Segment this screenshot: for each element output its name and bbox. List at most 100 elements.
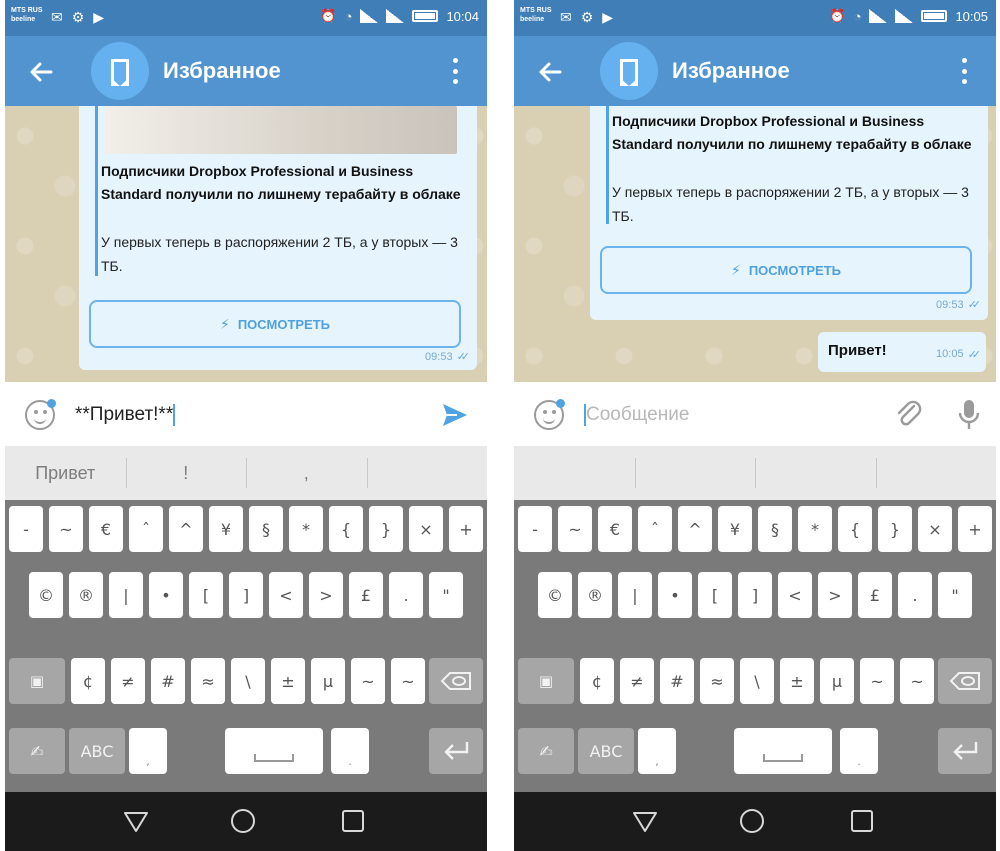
suggestion-2[interactable]: !: [125, 446, 247, 500]
symbol-key[interactable]: ˆ: [638, 506, 672, 552]
symbol-key[interactable]: ©: [29, 572, 63, 618]
symbol-key[interactable]: -: [9, 506, 43, 552]
enter-key[interactable]: [938, 728, 992, 774]
symbol-key[interactable]: €: [598, 506, 632, 552]
symbol-key[interactable]: ": [938, 572, 972, 618]
nav-back-icon[interactable]: [123, 810, 149, 834]
avatar[interactable]: [600, 42, 658, 100]
message-input[interactable]: Сообщение: [584, 400, 904, 430]
abc-key[interactable]: ABC: [69, 728, 125, 774]
symbol-key[interactable]: ≈: [700, 658, 734, 704]
suggestion-3[interactable]: [755, 446, 876, 500]
symbol-key[interactable]: •: [658, 572, 692, 618]
enter-key[interactable]: [429, 728, 483, 774]
symbol-key[interactable]: ≈: [191, 658, 225, 704]
sent-message[interactable]: Привет! 10:05 ✓✓: [818, 332, 986, 372]
symbol-key[interactable]: *: [798, 506, 832, 552]
symbol-key[interactable]: €: [89, 506, 123, 552]
symbol-key[interactable]: ¢: [580, 658, 614, 704]
symbol-key[interactable]: ≠: [620, 658, 654, 704]
symbol-key[interactable]: ®: [578, 572, 612, 618]
symbol-key[interactable]: §: [249, 506, 283, 552]
symbol-key[interactable]: >: [309, 572, 343, 618]
symbol-key[interactable]: ≠: [111, 658, 145, 704]
chat-area[interactable]: Подписчики Dropbox Professional и Busine…: [5, 106, 487, 382]
symbol-key[interactable]: .: [389, 572, 423, 618]
back-arrow-icon[interactable]: [536, 58, 564, 86]
chat-area[interactable]: Подписчики Dropbox Professional и Busine…: [514, 106, 996, 382]
symbol-key[interactable]: }: [878, 506, 912, 552]
comma-key[interactable]: ,: [129, 728, 167, 774]
symbol-key[interactable]: #: [151, 658, 185, 704]
symbol-key[interactable]: \: [740, 658, 774, 704]
symbol-key[interactable]: ®: [69, 572, 103, 618]
symbol-key[interactable]: |: [109, 572, 143, 618]
symbol-key[interactable]: <: [269, 572, 303, 618]
voice-input-key[interactable]: ✍: [518, 728, 574, 774]
preview-image[interactable]: [105, 106, 457, 154]
symbol-key[interactable]: ^: [678, 506, 712, 552]
page-toggle-key[interactable]: ▣: [518, 658, 574, 704]
symbol-key[interactable]: £: [858, 572, 892, 618]
symbol-key[interactable]: ^: [169, 506, 203, 552]
send-icon[interactable]: [441, 402, 469, 428]
suggestion-4[interactable]: [875, 446, 997, 500]
comma-key[interactable]: ,: [638, 728, 676, 774]
symbol-key[interactable]: #: [660, 658, 694, 704]
message-input[interactable]: **Привет!**: [75, 400, 395, 430]
symbol-key[interactable]: •: [149, 572, 183, 618]
symbol-key[interactable]: +: [958, 506, 992, 552]
space-key[interactable]: [225, 728, 323, 774]
suggestion-2[interactable]: [634, 446, 756, 500]
symbol-key[interactable]: .: [898, 572, 932, 618]
symbol-key[interactable]: {: [329, 506, 363, 552]
symbol-key[interactable]: [: [698, 572, 732, 618]
instant-view-button[interactable]: ⚡ ПОСМОТРЕТЬ: [89, 300, 461, 348]
symbol-key[interactable]: ¥: [718, 506, 752, 552]
symbol-key[interactable]: ~: [558, 506, 592, 552]
symbol-key[interactable]: ~: [860, 658, 894, 704]
symbol-key[interactable]: ]: [738, 572, 772, 618]
symbol-key[interactable]: ©: [538, 572, 572, 618]
suggestion-3[interactable]: ,: [246, 446, 367, 500]
nav-recents-icon[interactable]: [851, 810, 873, 832]
suggestion-1[interactable]: Привет: [5, 446, 126, 500]
symbol-key[interactable]: µ: [311, 658, 345, 704]
symbol-key[interactable]: |: [618, 572, 652, 618]
nav-home-icon[interactable]: [231, 809, 255, 833]
period-key[interactable]: .: [331, 728, 369, 774]
symbol-key[interactable]: §: [758, 506, 792, 552]
symbol-key[interactable]: ±: [780, 658, 814, 704]
symbol-key[interactable]: £: [349, 572, 383, 618]
emoji-icon[interactable]: [25, 399, 56, 430]
symbol-key[interactable]: +: [449, 506, 483, 552]
symbol-key[interactable]: ~: [391, 658, 425, 704]
abc-key[interactable]: ABC: [578, 728, 634, 774]
nav-recents-icon[interactable]: [342, 810, 364, 832]
symbol-key[interactable]: ~: [351, 658, 385, 704]
more-menu-icon[interactable]: [962, 58, 968, 84]
nav-home-icon[interactable]: [740, 809, 764, 833]
period-key[interactable]: .: [840, 728, 878, 774]
symbol-key[interactable]: ˆ: [129, 506, 163, 552]
symbol-key[interactable]: ": [429, 572, 463, 618]
symbol-key[interactable]: {: [838, 506, 872, 552]
symbol-key[interactable]: µ: [820, 658, 854, 704]
symbol-key[interactable]: }: [369, 506, 403, 552]
symbol-key[interactable]: >: [818, 572, 852, 618]
back-arrow-icon[interactable]: [27, 58, 55, 86]
chat-title[interactable]: Избранное: [672, 58, 790, 84]
attach-icon[interactable]: [894, 398, 924, 430]
voice-input-key[interactable]: ✍: [9, 728, 65, 774]
emoji-icon[interactable]: [534, 399, 565, 430]
symbol-key[interactable]: ¢: [71, 658, 105, 704]
symbol-key[interactable]: ×: [409, 506, 443, 552]
symbol-key[interactable]: ¥: [209, 506, 243, 552]
link-preview-message[interactable]: Подписчики Dropbox Professional и Busine…: [79, 106, 477, 370]
page-toggle-key[interactable]: ▣: [9, 658, 65, 704]
more-menu-icon[interactable]: [453, 58, 459, 84]
backspace-key[interactable]: [938, 658, 992, 704]
symbol-key[interactable]: ]: [229, 572, 263, 618]
space-key[interactable]: [734, 728, 832, 774]
symbol-key[interactable]: ~: [49, 506, 83, 552]
